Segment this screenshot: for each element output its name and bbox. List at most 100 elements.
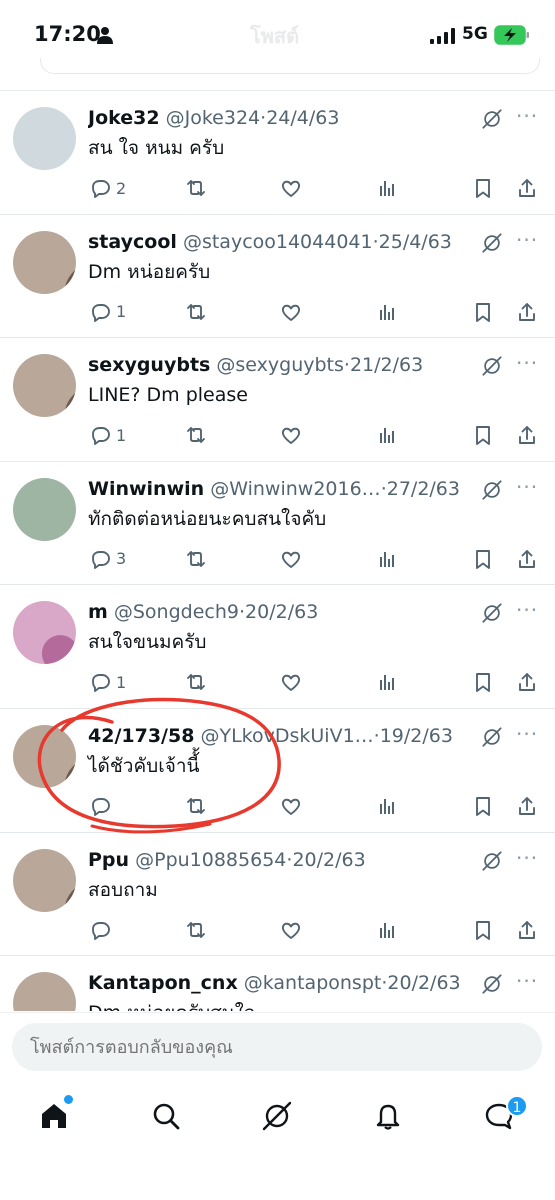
like-button[interactable] [279,299,303,325]
tab-home[interactable] [38,1100,74,1136]
reply-button[interactable]: 1 [88,299,126,325]
grok-explain-button[interactable] [481,355,503,377]
views-button[interactable] [375,546,399,572]
views-button[interactable] [375,299,399,325]
avatar[interactable] [13,724,76,788]
repost-button[interactable] [184,175,208,201]
share-button[interactable] [515,793,539,819]
views-button[interactable] [375,422,399,448]
reply-tweet[interactable]: 42/173/58 @YLkovDskUiV1…·19/2/63 ··· ได้ชั… [0,709,555,833]
grok-explain-button[interactable] [481,602,503,624]
repost-button[interactable] [184,669,208,695]
like-button[interactable] [279,793,303,819]
bookmark-button[interactable] [471,422,495,448]
more-options-button[interactable]: ··· [516,351,538,375]
bookmark-button[interactable] [471,669,495,695]
views-button[interactable] [375,917,399,943]
repost-button[interactable] [184,299,208,325]
tweet-date[interactable]: 24/4/63 [266,107,339,129]
more-options-button[interactable]: ··· [516,475,538,499]
share-button[interactable] [515,422,539,448]
author-name[interactable]: 42/173/58 [88,725,194,747]
author-handle[interactable]: @YLkovDskUiV1… [200,725,373,747]
avatar[interactable] [13,230,76,294]
reply-button[interactable] [88,793,116,819]
author-handle[interactable]: @Songdech9 [114,601,239,623]
reply-button[interactable]: 1 [88,669,126,695]
tab-grok[interactable] [261,1100,297,1136]
tweet-date[interactable]: 20/2/63 [387,972,460,994]
author-handle[interactable]: @Winwinw2016… [210,478,380,500]
bookmark-button[interactable] [471,546,495,572]
more-options-button[interactable]: ··· [516,722,538,746]
reply-tweet[interactable]: staycool @staycoo14044041·25/4/63 ··· Dm ห… [0,215,555,339]
avatar[interactable] [13,107,76,170]
reply-tweet[interactable]: Winwinwin @Winwinw2016…·27/2/63 ··· ทักติด… [0,462,555,586]
author-name[interactable]: Ppu [88,849,129,871]
views-button[interactable] [375,669,399,695]
tweet-date[interactable]: 20/2/63 [245,601,318,623]
share-button[interactable] [515,175,539,201]
author-name[interactable]: m [88,601,108,623]
author-handle[interactable]: @kantaponspt [244,972,382,994]
author-name[interactable]: sexyguybts [88,354,210,376]
grok-explain-button[interactable] [481,108,503,130]
like-button[interactable] [279,175,303,201]
author-handle[interactable]: @sexyguybts [216,354,344,376]
more-options-button[interactable]: ··· [516,846,538,870]
grok-explain-button[interactable] [481,726,503,748]
avatar[interactable] [13,354,76,418]
reply-button[interactable] [88,917,116,943]
reply-button[interactable]: 1 [88,422,126,448]
share-button[interactable] [515,299,539,325]
repost-button[interactable] [184,546,208,572]
reply-tweet[interactable]: Kantapon_cnx @kantaponspt·20/2/63 ··· Dm ห… [0,956,555,1011]
reply-button[interactable]: 3 [88,546,126,572]
more-options-button[interactable]: ··· [516,104,538,128]
more-options-button[interactable]: ··· [516,228,538,252]
tweet-date[interactable]: 19/2/63 [380,725,453,747]
tweet-date[interactable]: 25/4/63 [379,231,452,253]
like-button[interactable] [279,917,303,943]
author-handle[interactable]: @Joke324 [166,107,261,129]
reply-tweet[interactable]: Joke32 @Joke324·24/4/63 ··· สน ใจ หนม ครับ… [0,91,555,215]
like-button[interactable] [279,546,303,572]
more-options-button[interactable]: ··· [516,969,538,993]
bookmark-button[interactable] [471,917,495,943]
share-button[interactable] [515,917,539,943]
reply-tweet[interactable]: m @Songdech9·20/2/63 ··· สนใจขนมครับ 1 [0,585,555,709]
views-button[interactable] [375,175,399,201]
reply-button[interactable]: 2 [88,175,126,201]
tab-search[interactable] [150,1100,186,1136]
author-name[interactable]: Joke32 [88,107,160,129]
tweet-date[interactable]: 20/2/63 [292,849,365,871]
author-name[interactable]: Winwinwin [88,478,204,500]
views-button[interactable] [375,793,399,819]
tweet-date[interactable]: 27/2/63 [387,478,460,500]
bookmark-button[interactable] [471,175,495,201]
grok-explain-button[interactable] [481,850,503,872]
reply-feed[interactable]: Joke32 @Joke324·24/4/63 ··· สน ใจ หนม ครับ… [0,91,555,1011]
like-button[interactable] [279,669,303,695]
more-options-button[interactable]: ··· [516,598,538,622]
grok-explain-button[interactable] [481,232,503,254]
tab-notifications[interactable] [372,1100,408,1136]
share-button[interactable] [515,669,539,695]
tweet-date[interactable]: 21/2/63 [350,354,423,376]
avatar[interactable] [13,972,76,1011]
author-handle[interactable]: @Ppu10885654 [135,849,286,871]
avatar[interactable] [13,848,76,912]
reply-tweet[interactable]: sexyguybts @sexyguybts·21/2/63 ··· LINE? D… [0,338,555,462]
repost-button[interactable] [184,793,208,819]
author-handle[interactable]: @staycoo14044041 [183,231,373,253]
repost-button[interactable] [184,917,208,943]
grok-explain-button[interactable] [481,479,503,501]
avatar[interactable] [13,601,76,665]
avatar[interactable] [13,477,76,541]
reply-tweet[interactable]: Ppu @Ppu10885654·20/2/63 ··· สอบถาม [0,833,555,957]
share-button[interactable] [515,546,539,572]
bookmark-button[interactable] [471,299,495,325]
like-button[interactable] [279,422,303,448]
bookmark-button[interactable] [471,793,495,819]
author-name[interactable]: staycool [88,231,177,253]
